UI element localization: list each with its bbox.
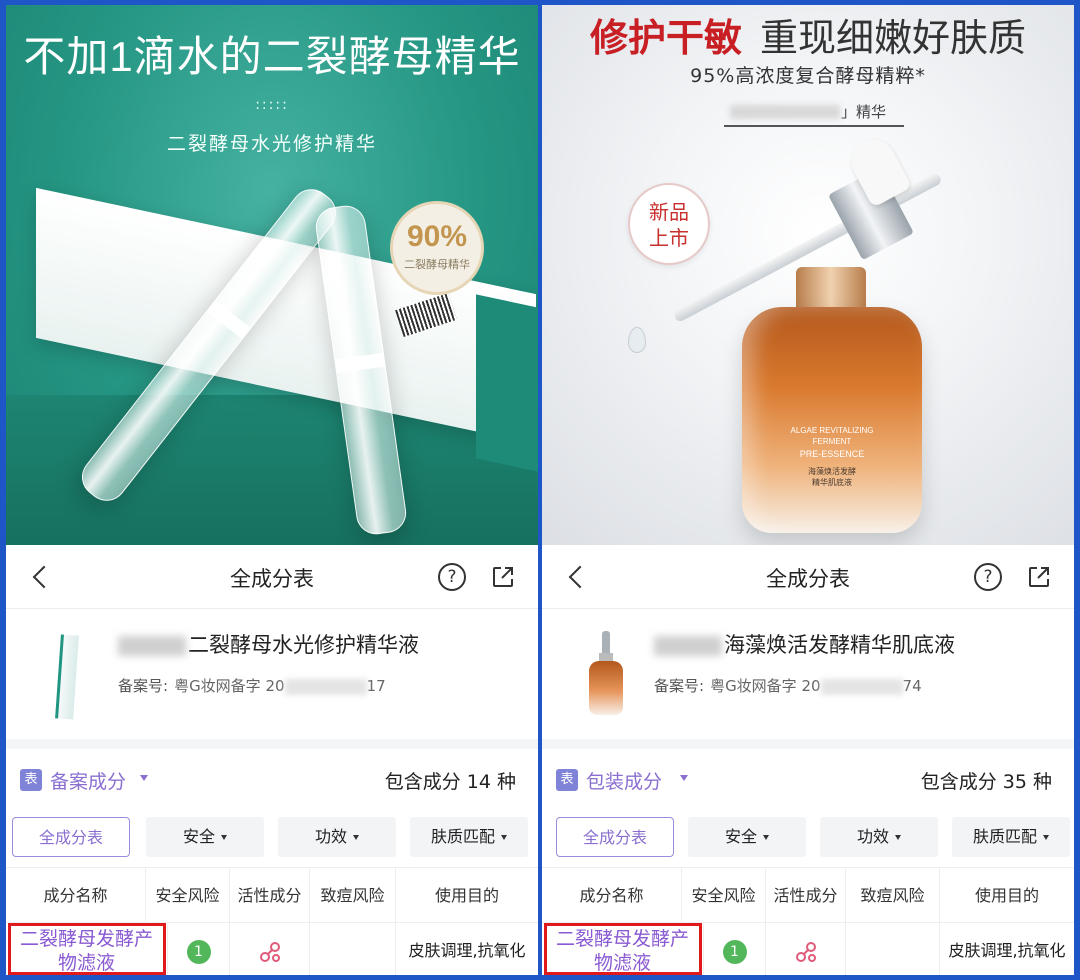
redacted-brand bbox=[654, 636, 722, 656]
product-box-side bbox=[476, 294, 538, 472]
banner-subtitle: 95%高浓度复合酵母精粹* bbox=[690, 65, 926, 87]
purpose-cell: 皮肤调理,抗氧化 bbox=[940, 923, 1074, 975]
filter-safety[interactable]: 安全 bbox=[146, 817, 264, 857]
column-acne-risk[interactable]: 致痘风险 bbox=[846, 868, 940, 924]
banner-title: 不加1滴水的二裂酵母精华 bbox=[23, 33, 521, 80]
column-purpose[interactable]: 使用目的 bbox=[396, 868, 538, 924]
safety-risk-cell: 1 bbox=[704, 923, 766, 975]
column-active[interactable]: 活性成分 bbox=[766, 868, 846, 924]
risk-level-badge: 1 bbox=[722, 940, 747, 964]
purpose-text: 皮肤调理,抗氧化 bbox=[948, 941, 1066, 960]
help-icon[interactable]: ? bbox=[438, 563, 466, 591]
share-icon[interactable] bbox=[1026, 564, 1052, 590]
acne-risk-cell bbox=[310, 923, 396, 975]
ingredient-cell[interactable]: 二裂酵母发酵产物滤液 bbox=[542, 923, 704, 975]
product-card[interactable]: 海藻焕活发酵精华肌底液 备案号: 粤G妆网备字 20 74 bbox=[542, 613, 1074, 739]
registration-number: 备案号: 粤G妆网备字 20 74 bbox=[654, 677, 922, 695]
product-banner-image: 不加1滴水的二裂酵母精华 ::::: 二裂酵母水光修护精华 90% 二裂酵母精华 bbox=[6, 5, 538, 545]
product-thumbnail bbox=[36, 631, 102, 721]
ingredient-source-dropdown[interactable]: 备案成分 bbox=[50, 767, 126, 794]
active-ingredient-icon bbox=[795, 942, 816, 962]
active-cell bbox=[230, 923, 310, 975]
column-acne-risk[interactable]: 致痘风险 bbox=[310, 868, 396, 924]
filter-skin-match[interactable]: 肤质匹配 bbox=[952, 817, 1070, 857]
table-header: 成分名称 安全风险 活性成分 致痘风险 使用目的 bbox=[6, 867, 538, 924]
filter-bar: 全成分表 安全 功效 肤质匹配 bbox=[6, 811, 538, 871]
serum-droplet bbox=[628, 327, 646, 353]
left-screenshot-panel: 不加1滴水的二裂酵母精华 ::::: 二裂酵母水光修护精华 90% 二裂酵母精华… bbox=[6, 5, 538, 975]
nav-bar: 全成分表 ? bbox=[6, 545, 538, 609]
dropdown-caret-icon[interactable] bbox=[680, 775, 688, 781]
tab-full-ingredients[interactable]: 全成分表 bbox=[12, 817, 130, 857]
redacted-number bbox=[284, 678, 367, 695]
filter-efficacy[interactable]: 功效 bbox=[820, 817, 938, 857]
table-header: 成分名称 安全风险 活性成分 致痘风险 使用目的 bbox=[542, 867, 1074, 924]
divider bbox=[542, 739, 1074, 749]
ingredient-count: 包含成分 35 种 bbox=[920, 771, 1052, 793]
registration-number: 备案号: 粤G妆网备字 20 17 bbox=[118, 677, 386, 695]
filter-safety[interactable]: 安全 bbox=[688, 817, 806, 857]
banner-dots: ::::: bbox=[255, 97, 289, 113]
column-active[interactable]: 活性成分 bbox=[230, 868, 310, 924]
ingredient-source-dropdown[interactable]: 包装成分 bbox=[586, 767, 662, 794]
help-icon[interactable]: ? bbox=[974, 563, 1002, 591]
banner-title-text: 重现细嫩好肤质 bbox=[760, 18, 1027, 60]
purpose-text: 皮肤调理,抗氧化 bbox=[408, 941, 526, 960]
table-icon: 表 bbox=[20, 769, 42, 791]
risk-level-badge: 1 bbox=[186, 940, 211, 964]
divider bbox=[6, 739, 538, 749]
redacted-brand bbox=[730, 105, 840, 119]
dropdown-caret-icon[interactable] bbox=[140, 775, 148, 781]
banner-title-highlight: 修护干敏 bbox=[589, 18, 742, 60]
purpose-cell: 皮肤调理,抗氧化 bbox=[396, 923, 538, 975]
column-ingredient-name[interactable]: 成分名称 bbox=[542, 868, 682, 924]
ingredient-cell[interactable]: 二裂酵母发酵产物滤液 bbox=[6, 923, 168, 975]
nav-bar: 全成分表 ? bbox=[542, 545, 1074, 609]
badge-label: 二裂酵母精华 bbox=[404, 258, 470, 271]
filter-skin-match[interactable]: 肤质匹配 bbox=[410, 817, 528, 857]
active-ingredient-icon bbox=[259, 942, 280, 962]
table-icon: 表 bbox=[556, 769, 578, 791]
tab-full-ingredients[interactable]: 全成分表 bbox=[556, 817, 674, 857]
column-safety-risk[interactable]: 安全风险 bbox=[146, 868, 230, 924]
table-row[interactable]: 二裂酵母发酵产物滤液 1 皮肤调理,抗氧化 bbox=[6, 923, 538, 975]
serum-bottle: ALGAE REVITALIZING FERMENT PRE-ESSENCE 海… bbox=[742, 307, 922, 533]
banner-subtitle: 二裂酵母水光修护精华 bbox=[166, 133, 377, 155]
banner-title: 修护干敏 重现细嫩好肤质 bbox=[542, 7, 1074, 62]
highlight-box bbox=[544, 923, 702, 975]
table-row[interactable]: 二裂酵母发酵产物滤液 1 皮肤调理,抗氧化 bbox=[542, 923, 1074, 975]
redacted-number bbox=[820, 678, 903, 695]
acne-risk-cell bbox=[846, 923, 940, 975]
badge-percent: 90% bbox=[406, 220, 468, 253]
product-name: 二裂酵母水光修护精华液 bbox=[118, 629, 419, 659]
new-launch-badge: 新品 上市 bbox=[628, 183, 710, 265]
redacted-brand bbox=[118, 636, 186, 656]
product-thumbnail bbox=[572, 631, 638, 721]
product-name: 海藻焕活发酵精华肌底液 bbox=[654, 629, 955, 659]
active-cell bbox=[766, 923, 846, 975]
right-screenshot-panel: 修护干敏 重现细嫩好肤质 95%高浓度复合酵母精粹* 」精华 新品 上市 ALGAE… bbox=[542, 5, 1074, 975]
ingredient-source-header: 表 备案成分 包含成分 14 种 bbox=[6, 749, 538, 811]
percentage-badge: 90% 二裂酵母精华 bbox=[390, 201, 484, 295]
share-icon[interactable] bbox=[490, 564, 516, 590]
column-safety-risk[interactable]: 安全风险 bbox=[682, 868, 766, 924]
filter-bar: 全成分表 安全 功效 肤质匹配 bbox=[542, 811, 1074, 871]
ingredient-count: 包含成分 14 种 bbox=[384, 771, 516, 793]
product-card[interactable]: 二裂酵母水光修护精华液 备案号: 粤G妆网备字 20 17 bbox=[6, 613, 538, 739]
product-banner-image: 修护干敏 重现细嫩好肤质 95%高浓度复合酵母精粹* 」精华 新品 上市 ALGAE… bbox=[542, 5, 1074, 545]
filter-efficacy[interactable]: 功效 bbox=[278, 817, 396, 857]
banner-brand-line: 」精华 bbox=[724, 99, 904, 127]
column-ingredient-name[interactable]: 成分名称 bbox=[6, 868, 146, 924]
safety-risk-cell: 1 bbox=[168, 923, 230, 975]
highlight-box bbox=[8, 923, 166, 975]
ingredient-source-header: 表 包装成分 包含成分 35 种 bbox=[542, 749, 1074, 811]
column-purpose[interactable]: 使用目的 bbox=[940, 868, 1074, 924]
